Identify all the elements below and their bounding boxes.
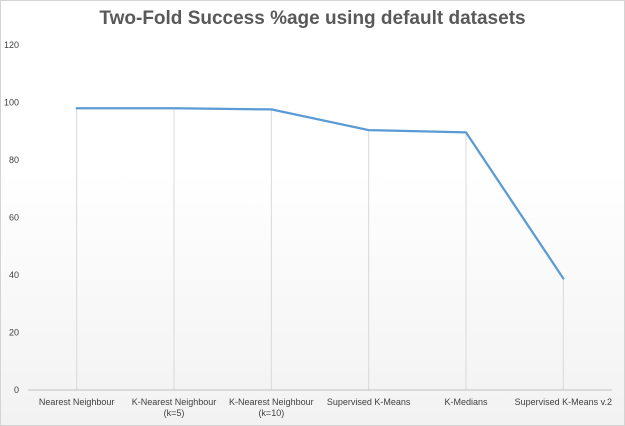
y-tick-label: 80 [9,155,19,165]
y-tick-label: 20 [9,328,19,338]
plot-area: 0 20 40 60 80 100 120 Nearest Neighbour K-Neares… [4,40,612,418]
y-tick-label: 100 [4,98,19,108]
y-tick-label: 0 [14,385,19,395]
x-tick-label: Supervised K-Means v.2 [515,397,612,407]
y-tick-label: 60 [9,213,19,223]
y-tick-label: 120 [4,40,19,50]
series-line [75,107,565,280]
y-tick-label: 40 [9,270,19,280]
x-tick-label: K-Medians [444,397,488,407]
x-tick-label: K-Nearest Neighbour (k=5) [132,397,217,418]
x-tick-label: K-Nearest Neighbour (k=10) [229,397,314,418]
x-tick-label: Supervised K-Means [327,397,411,407]
x-tick-label: Nearest Neighbour [39,397,115,407]
